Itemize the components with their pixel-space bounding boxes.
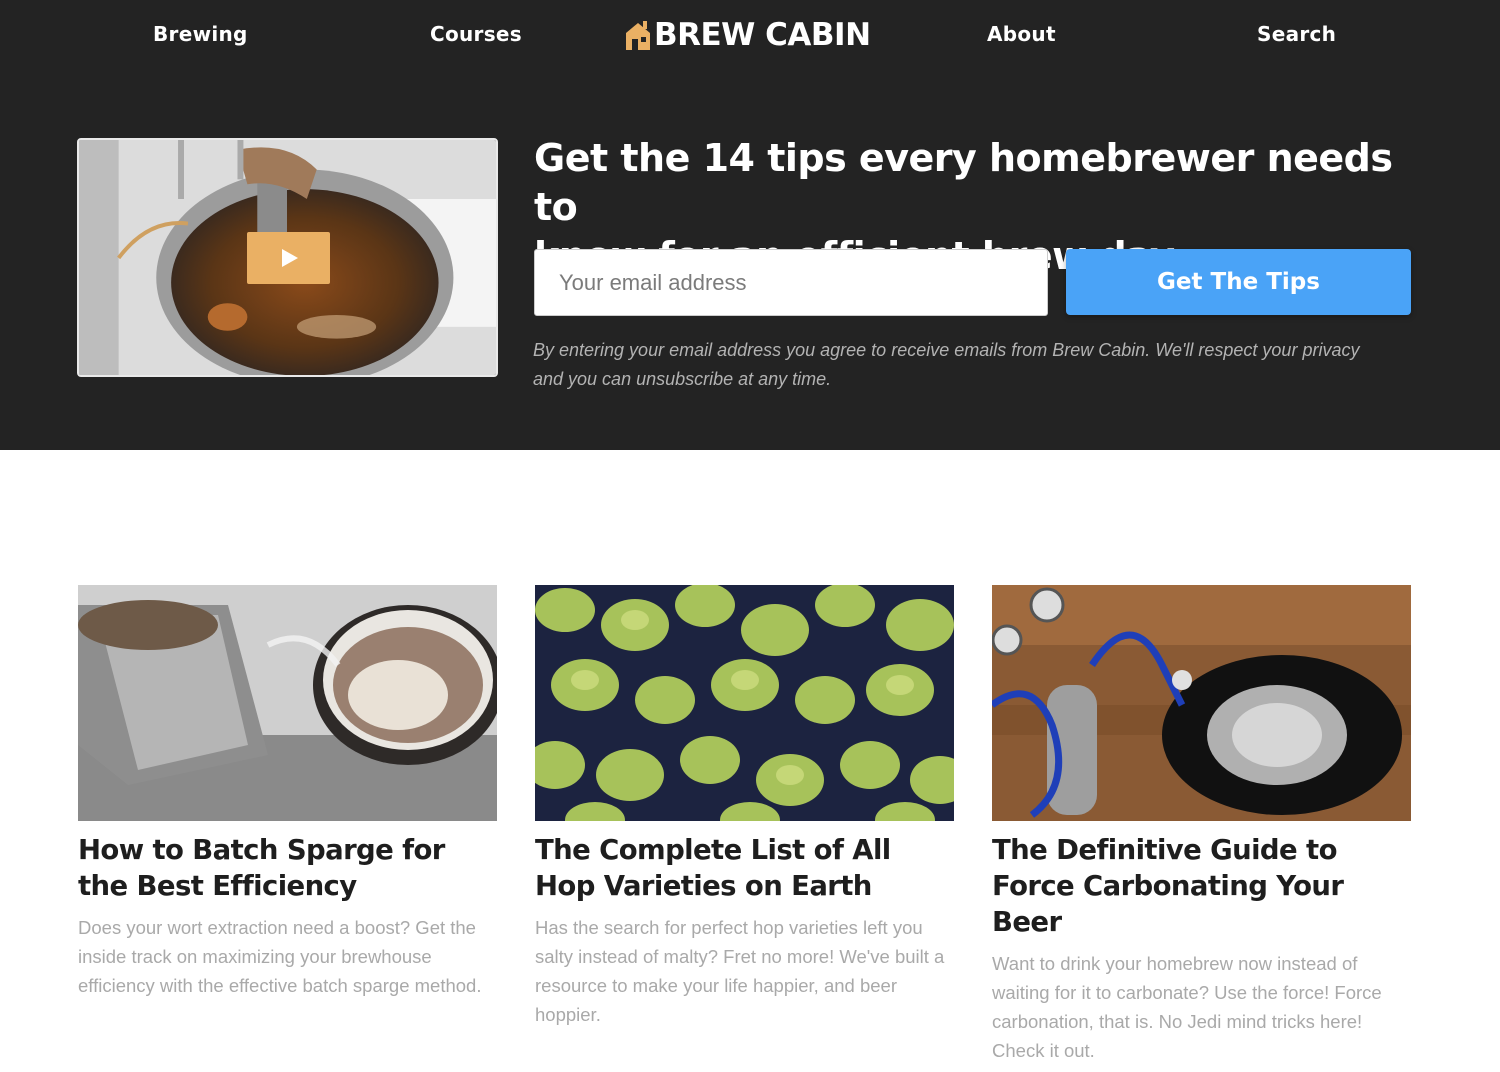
play-button[interactable] xyxy=(247,232,330,284)
nav-link-courses[interactable]: Courses xyxy=(430,22,522,46)
play-icon xyxy=(281,249,298,267)
keg-carbonation-image[interactable] xyxy=(992,585,1411,821)
privacy-disclaimer: By entering your email address you agree… xyxy=(533,340,1360,389)
cabin-icon xyxy=(626,21,650,50)
batch-sparge-image[interactable] xyxy=(78,585,497,821)
hero-banner: Brewing Courses BREW CABIN About Search xyxy=(0,0,1500,450)
headline-line-1: Get the 14 tips every homebrewer needs t… xyxy=(534,136,1393,229)
hops-image[interactable] xyxy=(535,585,954,821)
get-tips-button[interactable]: Get The Tips xyxy=(1066,249,1411,315)
article-card: The Definitive Guide to Force Carbonatin… xyxy=(992,585,1411,1065)
logo-text: BREW CABIN xyxy=(654,17,871,53)
brand-logo[interactable]: BREW CABIN xyxy=(624,14,871,56)
article-card: The Complete List of All Hop Varieties o… xyxy=(535,585,954,1029)
video-thumbnail[interactable] xyxy=(77,138,498,377)
top-nav: Brewing Courses BREW CABIN About Search xyxy=(0,0,1500,72)
article-description: Does your wort extraction need a boost? … xyxy=(78,917,482,996)
email-field[interactable] xyxy=(534,249,1048,316)
nav-link-about[interactable]: About xyxy=(987,22,1056,46)
nav-link-brewing[interactable]: Brewing xyxy=(153,22,248,46)
article-card: How to Batch Sparge for the Best Efficie… xyxy=(78,585,497,1000)
article-title[interactable]: The Complete List of All Hop Varieties o… xyxy=(535,832,954,904)
article-title[interactable]: How to Batch Sparge for the Best Efficie… xyxy=(78,832,497,904)
article-description: Want to drink your homebrew now instead … xyxy=(992,953,1382,1061)
article-title[interactable]: The Definitive Guide to Force Carbonatin… xyxy=(992,832,1411,940)
nav-link-search[interactable]: Search xyxy=(1257,22,1336,46)
article-description: Has the search for perfect hop varieties… xyxy=(535,917,945,1025)
